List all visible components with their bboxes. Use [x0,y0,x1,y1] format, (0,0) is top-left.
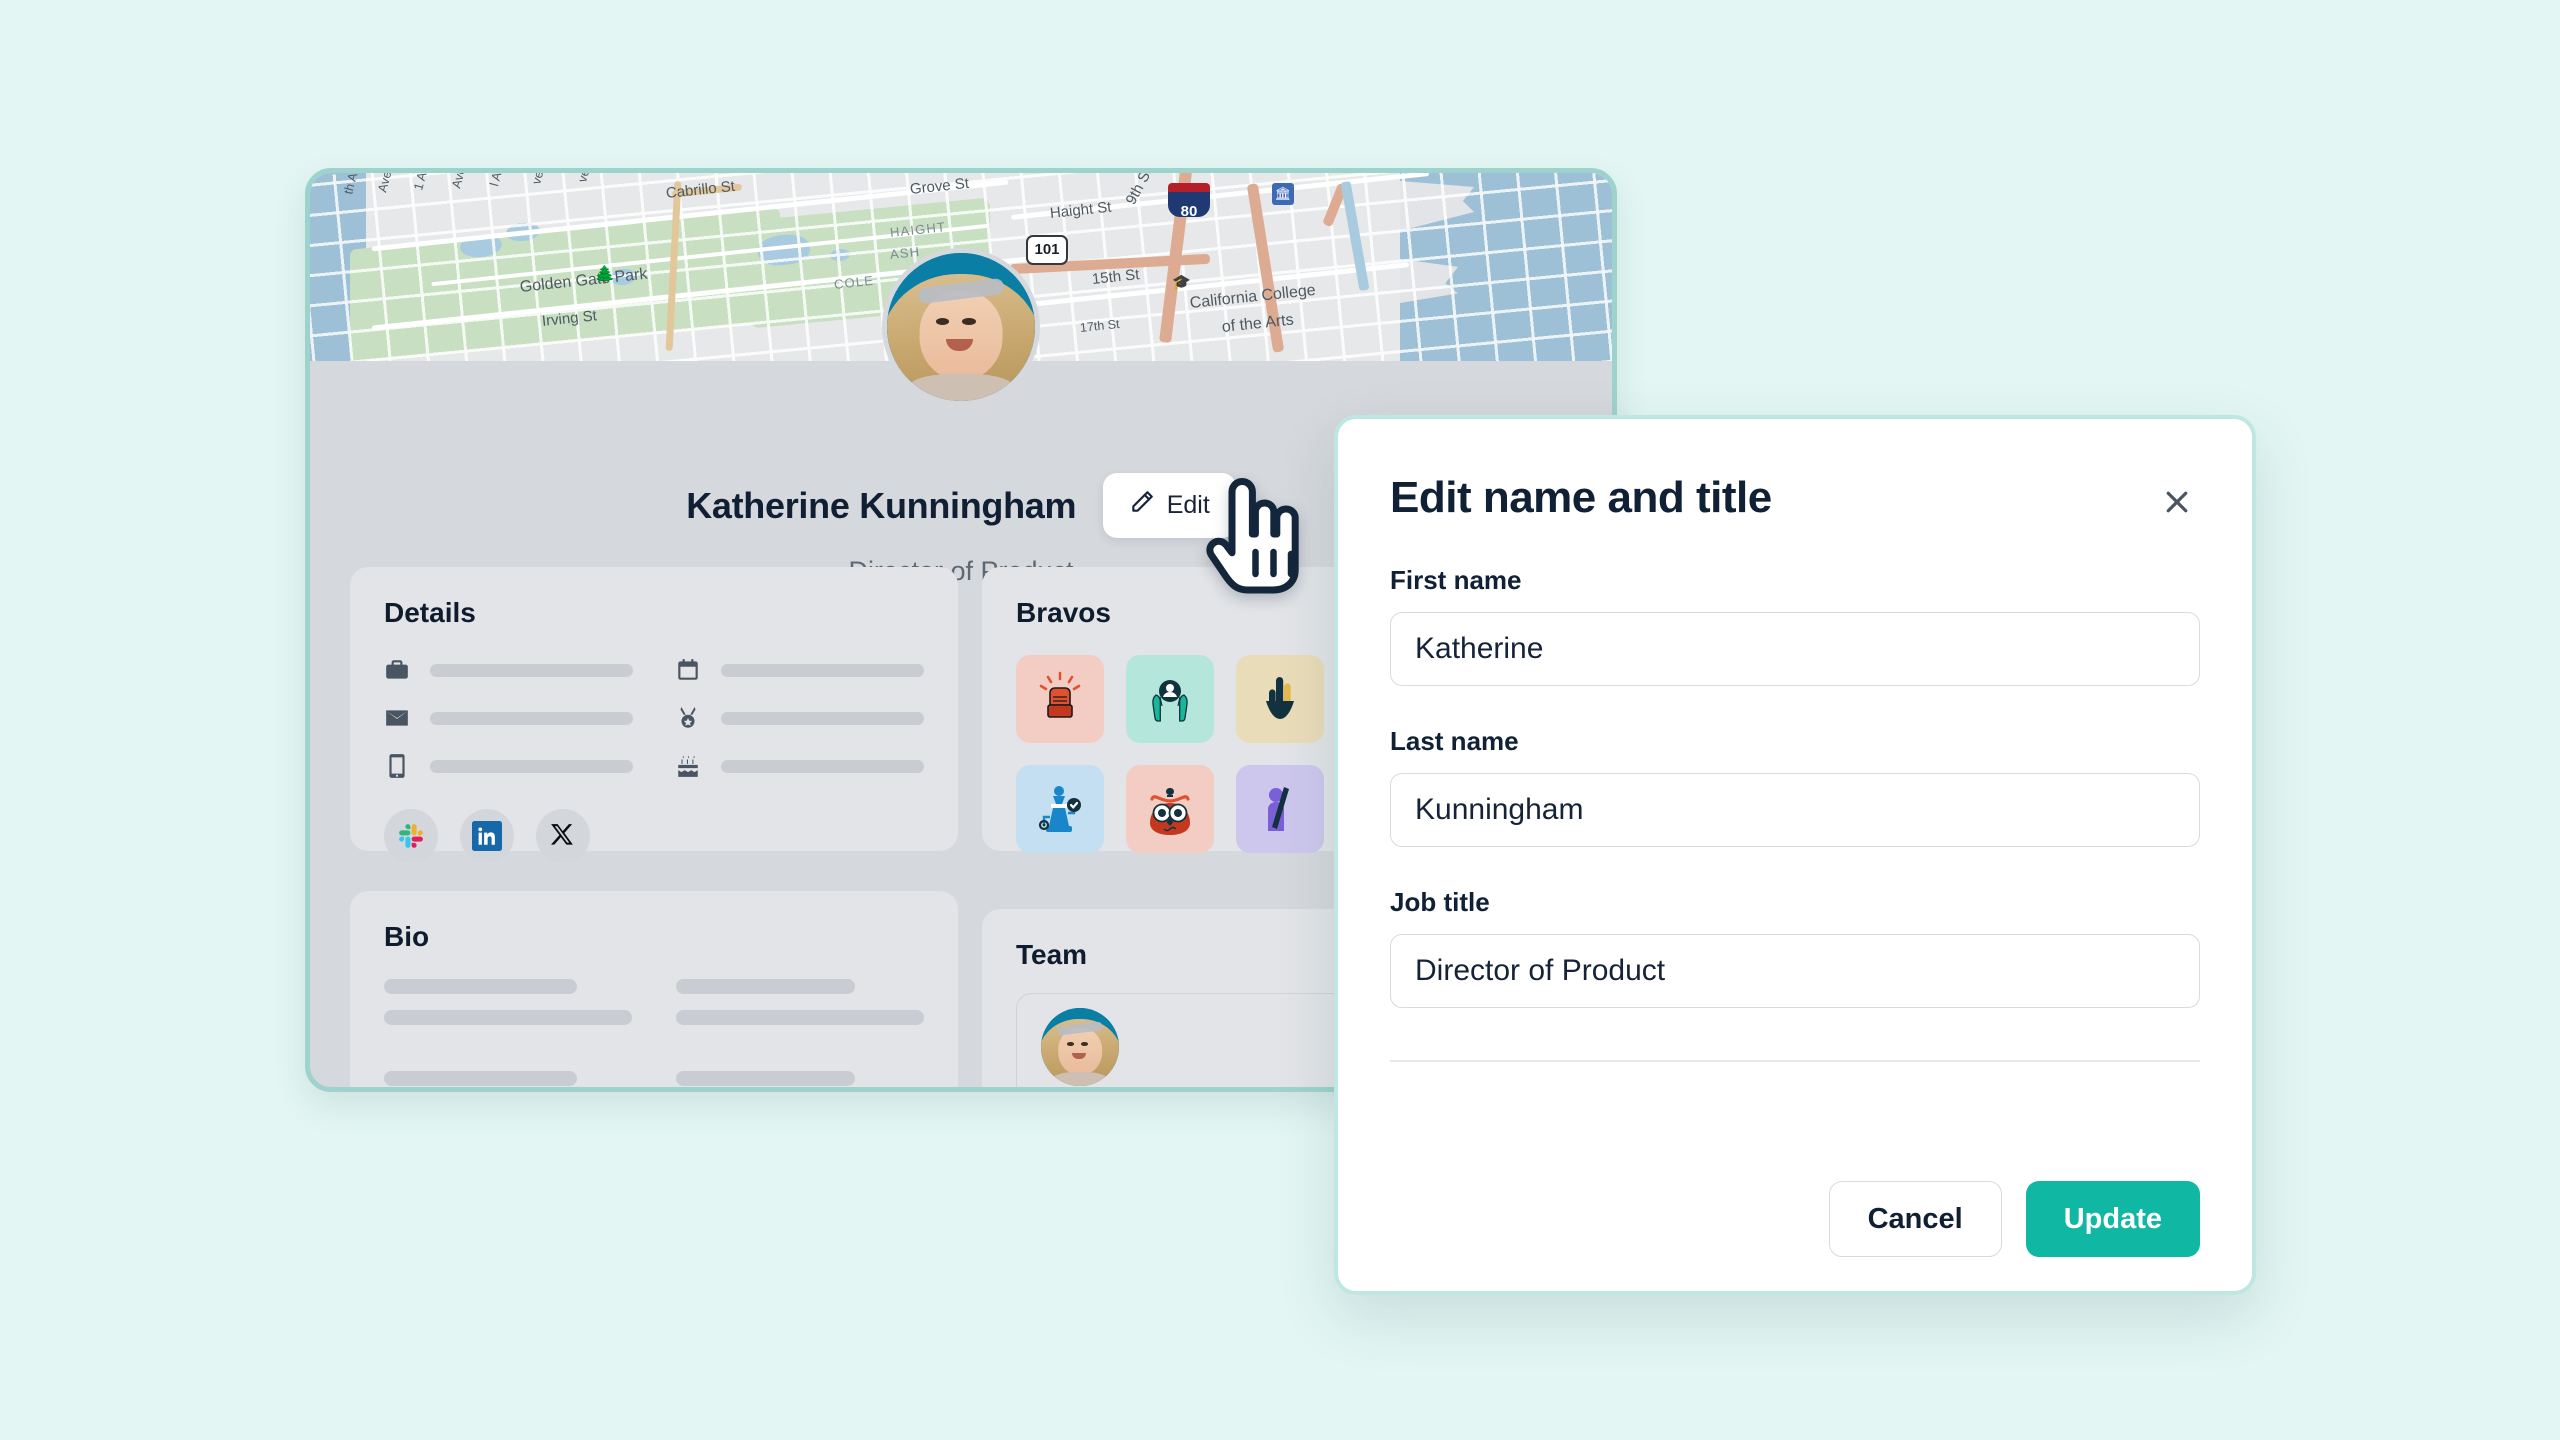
detail-row [675,705,924,731]
job-title-label: Job title [1390,887,1490,917]
raised-fist-badge[interactable] [1016,655,1104,743]
details-panel-title: Details [384,597,476,628]
bio-line [384,1010,632,1025]
detail-value-placeholder [430,663,633,677]
avatar [882,248,1040,406]
bio-line [676,1010,924,1025]
chess-queen-badge[interactable] [1016,765,1104,853]
social-links [384,809,924,863]
owl-idea-badge[interactable] [1126,765,1214,853]
person-purple-badge[interactable] [1236,765,1324,853]
mobile-phone-icon [384,753,410,779]
detail-value-placeholder [721,711,924,725]
highway-shield-80: 80 [1168,183,1210,220]
graduation-cap-icon: 🎓 [1172,274,1191,291]
last-name-field-group: Last name [1390,726,2200,847]
update-button[interactable]: Update [2025,1181,2200,1257]
screen: th Ave Ave 1 Ave Ave l Ave ve ve Cabrill… [0,0,2560,1440]
detail-value-placeholder [430,711,633,725]
linkedin-icon[interactable] [460,809,514,863]
last-name-label: Last name [1390,726,1519,756]
first-name-input[interactable] [1390,612,2200,686]
bio-line [384,1071,578,1086]
avatar-photo [1041,1008,1119,1086]
job-title-field-group: Job title [1390,887,2200,1008]
modal-divider [1390,1060,2200,1062]
detail-row [675,753,924,779]
page-title: Katherine Kunningham [686,484,1077,526]
medal-icon [675,705,701,731]
briefcase-icon [384,657,410,683]
detail-value-placeholder [430,759,633,773]
bio-panel-title: Bio [384,921,430,952]
bio-line [384,979,578,994]
pencil-icon [1129,489,1155,522]
modal-title: Edit name and title [1390,473,1772,522]
hands-holding-person-badge[interactable] [1126,655,1214,743]
bio-panel: Bio [350,891,958,1087]
birthday-cake-icon [675,753,701,779]
cancel-button[interactable]: Cancel [1828,1181,2002,1257]
x-twitter-icon[interactable] [536,809,590,863]
pointing-hand-cursor [1196,470,1304,598]
museum-icon: 🏛 [1272,183,1294,205]
team-member-avatar [1041,1008,1119,1086]
calendar-icon [675,657,701,683]
close-icon[interactable] [2154,479,2200,525]
modal-body: Edit name and title First name Last name… [1338,419,2252,1151]
detail-row [384,705,633,731]
job-title-input[interactable] [1390,934,2200,1008]
detail-value-placeholder [721,759,924,773]
modal-header: Edit name and title [1390,473,2200,525]
detail-value-placeholder [721,663,924,677]
envelope-icon [384,705,410,731]
detail-row [675,657,924,683]
details-grid [384,657,924,779]
edit-name-title-modal: Edit name and title First name Last name… [1334,415,2256,1295]
bio-placeholder-lines [384,979,924,1087]
modal-footer: Cancel Update [1338,1151,2252,1291]
park-tree-icon: 🌲 [594,265,616,284]
details-panel: Details [350,567,958,863]
first-name-label: First name [1390,565,1522,595]
detail-row [384,657,633,683]
detail-row [384,753,633,779]
first-name-field-group: First name [1390,565,2200,686]
bio-line [676,979,855,994]
slack-icon[interactable] [384,809,438,863]
bio-line [676,1071,855,1086]
raised-hand-badge[interactable] [1236,655,1324,743]
last-name-input[interactable] [1390,773,2200,847]
avatar-photo [887,253,1035,401]
